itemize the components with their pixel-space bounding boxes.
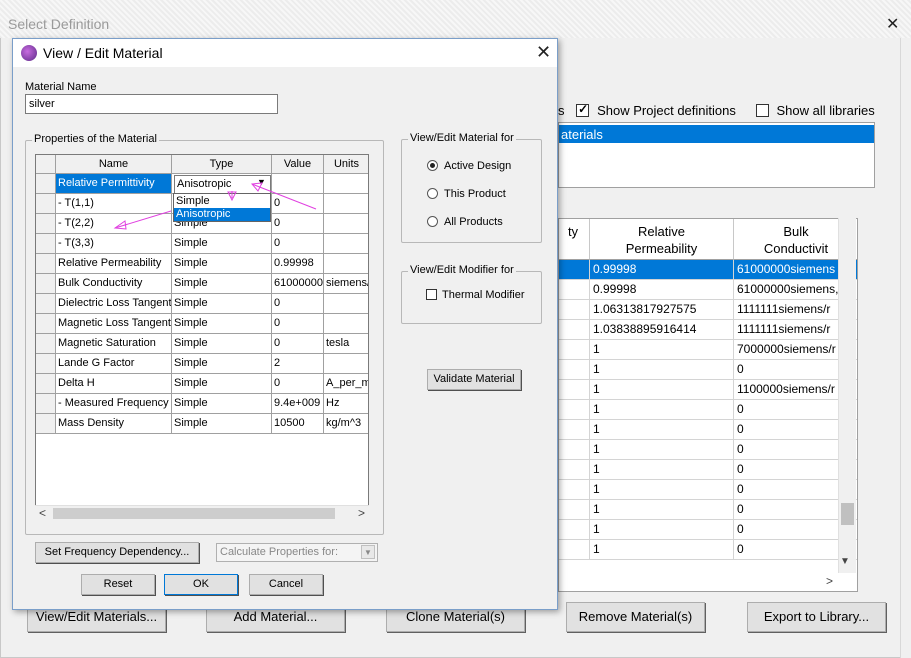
annotation-arrowhead-icon <box>250 182 263 192</box>
annotation-overlay <box>113 182 317 230</box>
annotation-line <box>114 210 172 229</box>
annotation-line <box>251 183 317 210</box>
